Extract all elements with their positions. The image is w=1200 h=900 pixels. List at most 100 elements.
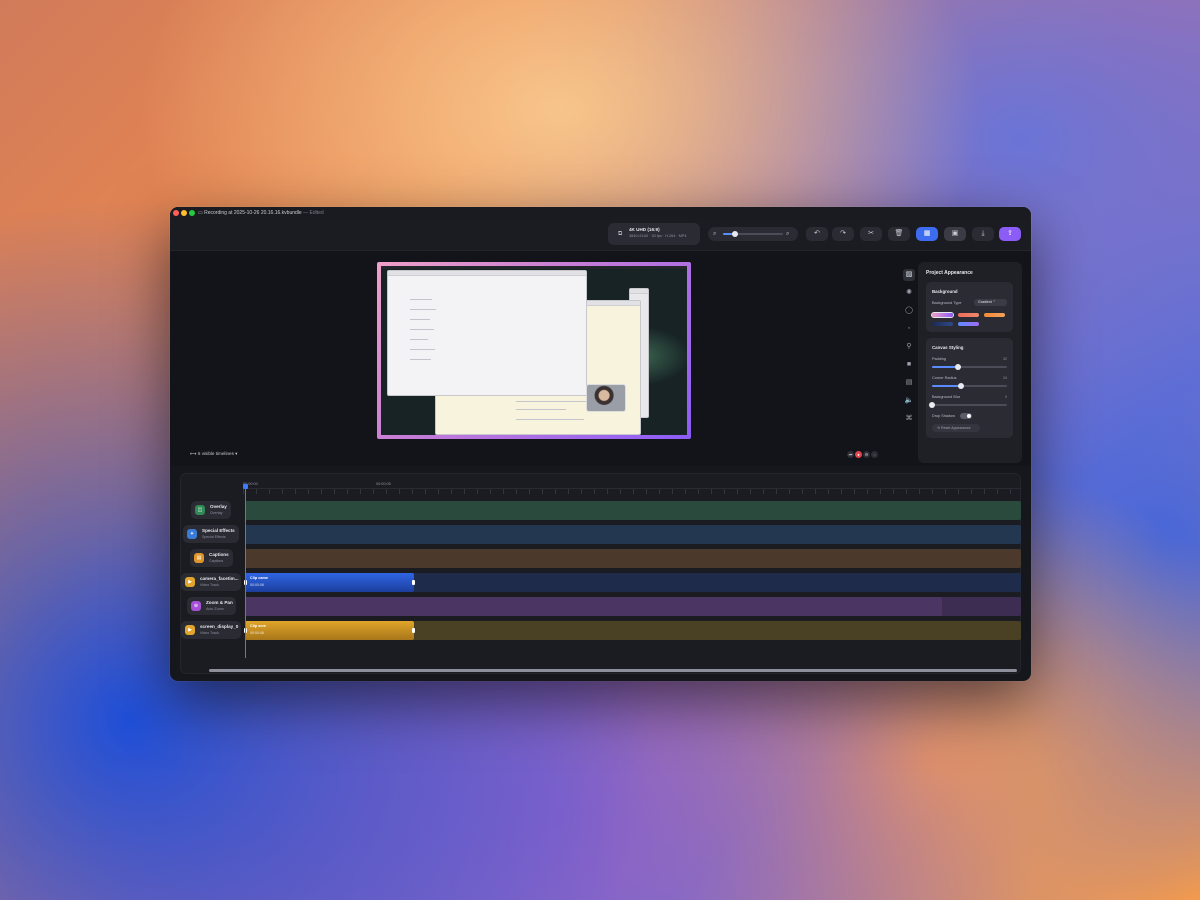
canvas-styling-heading: Canvas Styling xyxy=(932,345,964,350)
maximize-window-button[interactable] xyxy=(189,210,195,216)
background-type-label: Background Type xyxy=(932,301,962,305)
app-window: ▭ Recording at 2025-10-26 20.16.16.kvbun… xyxy=(170,207,1031,681)
shape-icon: ◯ xyxy=(905,307,913,314)
zoom-region[interactable] xyxy=(245,597,942,616)
canvas-styling-card: Canvas Styling Padding 32 Corner Radius … xyxy=(926,338,1013,438)
record-button[interactable]: ● xyxy=(855,451,862,458)
more-button[interactable]: ◌ xyxy=(871,451,878,458)
zoom-out-icon[interactable]: ⌕ xyxy=(713,229,716,239)
export-preset-icon: ⧉ xyxy=(618,231,623,237)
track-lane[interactable]: Clip scre 00:00:06 xyxy=(244,621,1021,640)
recorded-desktop xyxy=(381,266,687,435)
settings-button[interactable]: ⚙ xyxy=(863,451,870,458)
background-card: Background Background Type Gradient ⌃ xyxy=(926,282,1013,332)
timeline-clip[interactable]: Clip scre 00:00:06 xyxy=(244,621,415,640)
timeline-clip[interactable]: Clip came 00:00:06 xyxy=(244,573,415,592)
playhead[interactable] xyxy=(243,484,248,658)
skip-back-icon: ⏮ xyxy=(848,452,853,457)
corner-radius-slider-knob[interactable] xyxy=(958,383,965,389)
export-preset-button[interactable]: ⧉ 4K UHD (16:9) 3840×2160 · 30 fps · H.2… xyxy=(608,223,700,245)
split-button[interactable]: ✂ xyxy=(860,227,882,241)
track-header[interactable]: ▶ camera_facetim... Video Track xyxy=(181,573,241,591)
shape-tab[interactable]: ◯ xyxy=(903,305,915,317)
zoom-in-icon[interactable]: ⌕ xyxy=(786,229,789,239)
track-lane[interactable] xyxy=(245,549,1021,568)
track-header[interactable]: ▶ screen_display_0 Video Track xyxy=(181,621,241,639)
video-icon: ▶ xyxy=(185,625,195,635)
timeline-ruler[interactable]: 00:00:00 00:00:05 xyxy=(181,474,1022,496)
track-header[interactable]: ✦ Special Effects Special Effects xyxy=(183,525,239,543)
reset-appearance-label: Reset Appearance xyxy=(941,426,971,430)
appearance-tab[interactable]: ▨ xyxy=(903,269,915,281)
timeline-scrollbar[interactable] xyxy=(209,669,1017,672)
track-lane[interactable]: Clip came 00:00:06 xyxy=(244,573,1021,592)
delete-button[interactable]: 🗑 xyxy=(888,227,910,241)
zoom-slider-knob[interactable] xyxy=(732,231,738,237)
corner-radius-slider[interactable] xyxy=(932,383,1007,389)
redo-button[interactable]: ↷ xyxy=(832,227,854,241)
padding-value: 32 xyxy=(1003,357,1007,361)
sparkle-icon: ✺ xyxy=(906,289,912,296)
track-name: screen_display_0 xyxy=(200,624,239,629)
skip-back-button[interactable]: ⏮ xyxy=(847,451,854,458)
background-blur-slider[interactable] xyxy=(929,402,1007,408)
swatch-navy[interactable] xyxy=(932,322,953,326)
track-lane[interactable] xyxy=(245,525,1021,544)
track-type: Video Track xyxy=(200,631,219,635)
download-button[interactable]: ⤓ xyxy=(972,227,994,241)
share-button[interactable]: ⇪ xyxy=(999,227,1021,241)
close-window-button[interactable] xyxy=(173,210,179,216)
track-header[interactable]: ⊕ Zoom & Pan Auto Zoom xyxy=(187,597,236,615)
padding-slider[interactable] xyxy=(932,364,1007,370)
padding-label: Padding xyxy=(932,357,946,361)
track-name: Overlay xyxy=(210,504,227,509)
select-chevron-icon: ⌃ xyxy=(991,300,996,304)
zoom-slider[interactable] xyxy=(723,231,783,237)
background-type-value: Gradient xyxy=(978,300,992,304)
swatch-coral[interactable] xyxy=(958,313,979,317)
layout-button[interactable]: ▣ xyxy=(944,227,966,241)
export-preset-title: 4K UHD (16:9) xyxy=(629,227,660,232)
swatch-orange[interactable] xyxy=(984,313,1005,317)
clip-duration: 00:00:06 xyxy=(250,583,264,587)
title-bar: ▭ Recording at 2025-10-26 20.16.16.kvbun… xyxy=(170,207,1031,219)
reset-appearance-button[interactable]: ⟲ Reset Appearance xyxy=(932,424,980,432)
grid-icon: ▦ xyxy=(923,230,931,237)
drop-shadow-label: Drop Shadow xyxy=(932,414,956,418)
clip-trim-handle-right[interactable] xyxy=(412,628,415,633)
effects-tab[interactable]: ✺ xyxy=(903,287,915,299)
swatch-pink-purple[interactable] xyxy=(932,313,953,317)
link-icon: ⚲ xyxy=(906,343,912,350)
track-type: Video Track xyxy=(200,583,219,587)
playback-controls: ⏮ ● ⚙ ◌ xyxy=(847,450,881,459)
captions-tab[interactable]: ▤ xyxy=(903,377,915,389)
scissors-icon: ✂ xyxy=(868,230,874,237)
clip-trim-handle-right[interactable] xyxy=(412,580,415,585)
track-lane[interactable] xyxy=(245,501,1021,520)
preview-canvas[interactable] xyxy=(377,262,691,439)
camera-tab[interactable]: ■ xyxy=(903,359,915,371)
visible-timelines-menu[interactable]: ⟷ 6 visible timelines ▾ xyxy=(190,451,237,457)
caption-icon: ▤ xyxy=(905,379,913,386)
shortcuts-tab[interactable]: ⌘ xyxy=(903,413,915,425)
undo-button[interactable]: ↶ xyxy=(806,227,828,241)
clip-duration: 00:00:06 xyxy=(250,631,264,635)
grid-view-button[interactable]: ▦ xyxy=(916,227,938,241)
link-tab[interactable]: ⚲ xyxy=(903,341,915,353)
background-type-select[interactable]: Gradient ⌃ xyxy=(974,299,1007,306)
cursor-tab[interactable]: ◦ xyxy=(903,323,915,335)
corner-radius-value: 24 xyxy=(1003,376,1007,380)
background-blur-slider-knob[interactable] xyxy=(929,402,935,408)
swatch-blue-violet[interactable] xyxy=(958,322,979,326)
clip-name: Clip came xyxy=(250,576,268,580)
track-lane[interactable] xyxy=(245,597,1021,616)
track-header[interactable]: ◫ Overlay Overlay xyxy=(191,501,231,519)
ruler-scale xyxy=(243,488,1021,494)
zoom-icon: ⊕ xyxy=(191,601,201,611)
drop-shadow-toggle[interactable] xyxy=(960,413,972,419)
track-name: Zoom & Pan xyxy=(206,600,233,605)
padding-slider-knob[interactable] xyxy=(955,364,962,370)
minimize-window-button[interactable] xyxy=(181,210,187,216)
audio-tab[interactable]: 🔈 xyxy=(903,395,915,407)
track-header[interactable]: ▤ Captions Captions xyxy=(190,549,233,567)
